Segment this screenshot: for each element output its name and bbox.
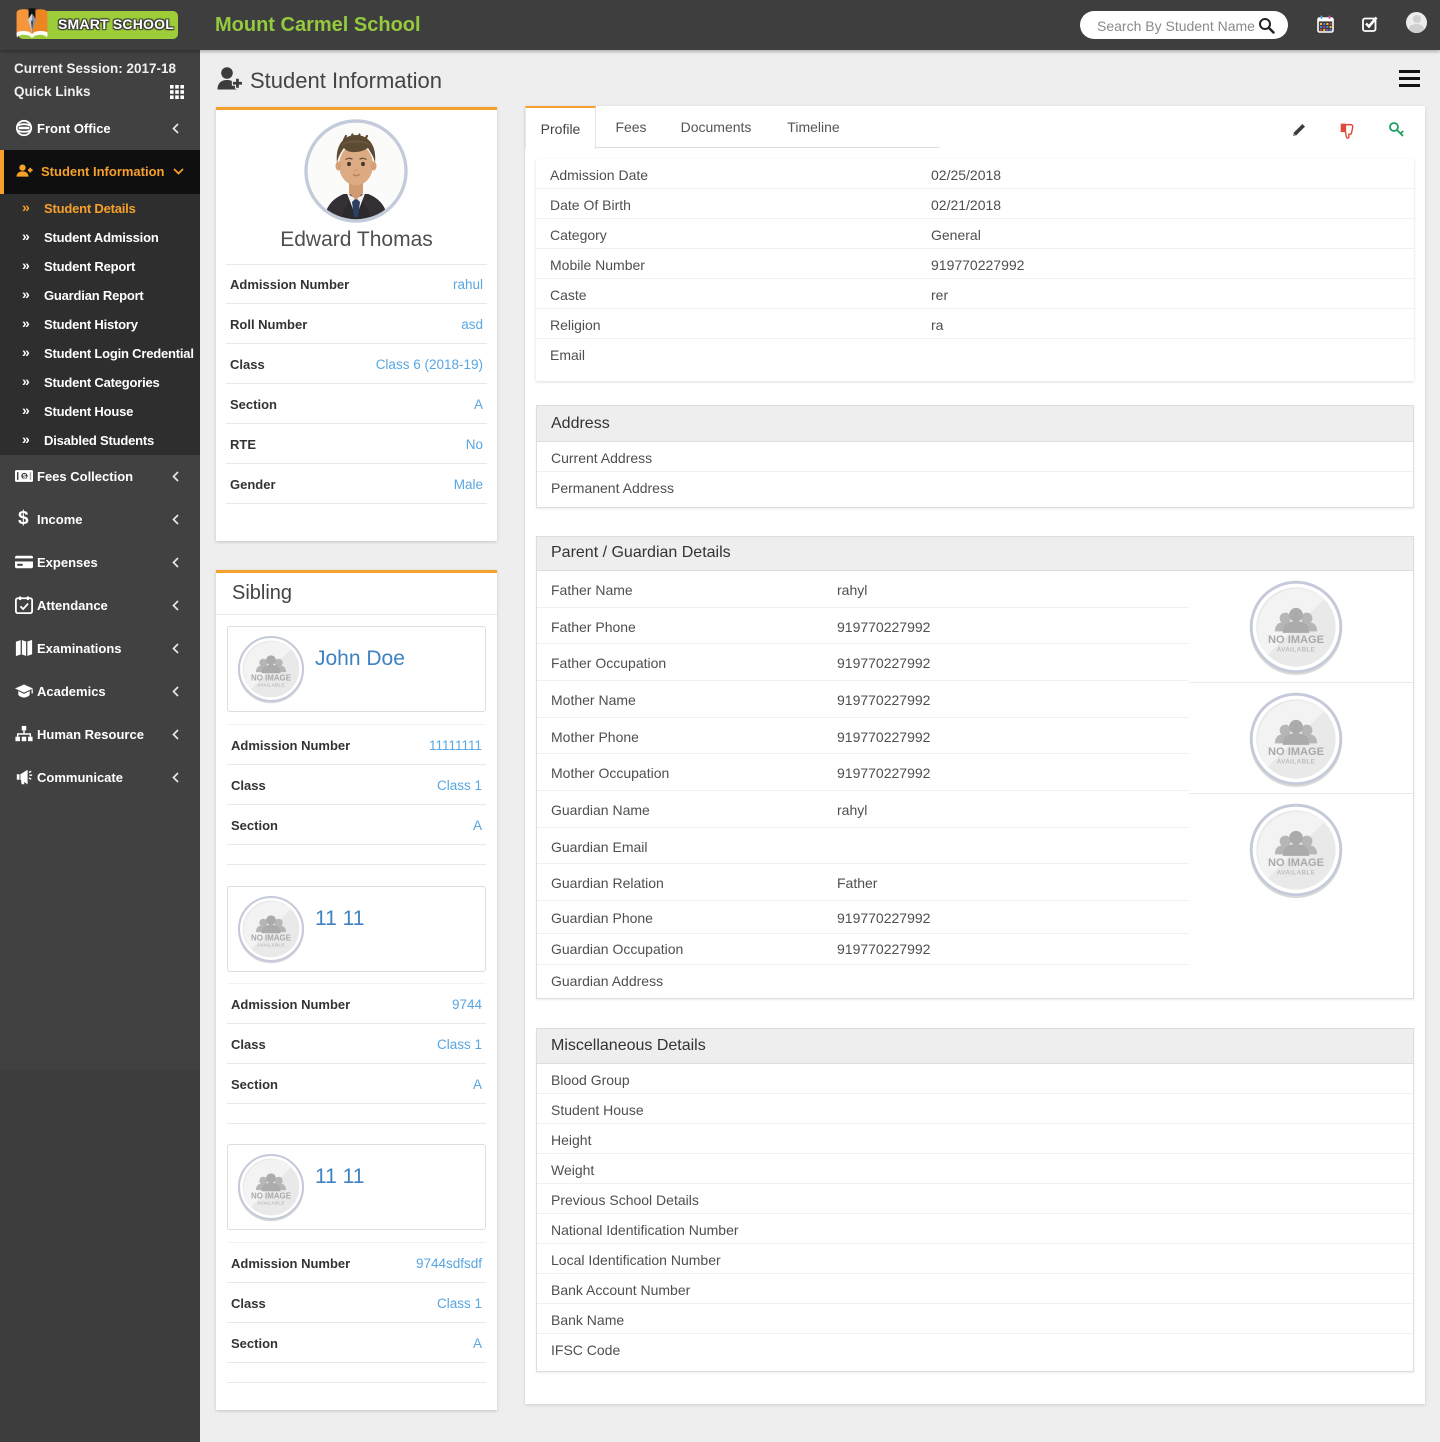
svg-text:$: $ [23,473,27,480]
